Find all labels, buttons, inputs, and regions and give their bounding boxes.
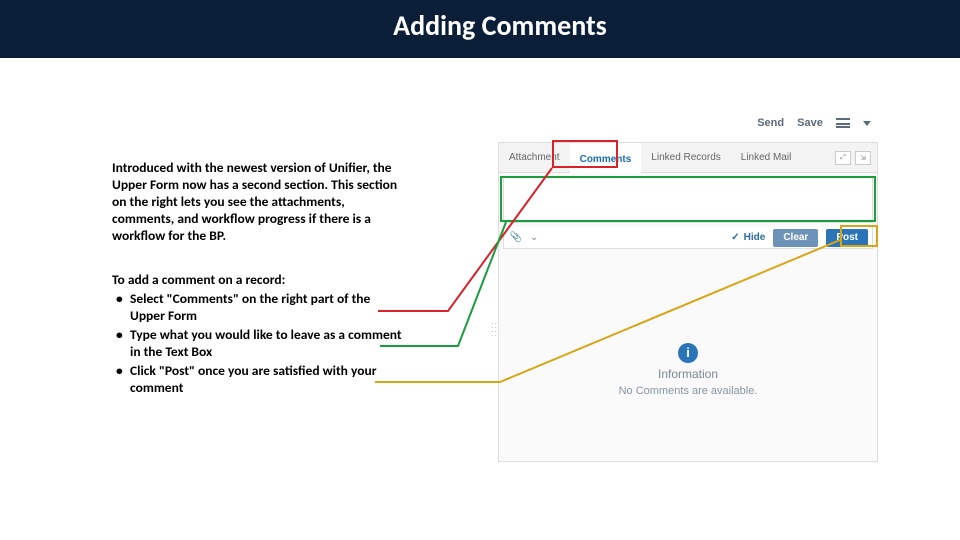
clear-button[interactable]: Clear	[773, 229, 818, 247]
panel-top-actions: Send Save	[747, 117, 871, 129]
highlight-post-button	[840, 225, 878, 247]
check-icon: ✓	[731, 232, 739, 243]
steps-list: Select "Comments" on the right part of t…	[112, 291, 402, 396]
empty-state: i Information No Comments are available.	[503, 273, 873, 397]
info-message: No Comments are available.	[503, 385, 873, 397]
expand-icon[interactable]: ⤢	[835, 151, 851, 165]
drag-handle-icon[interactable]: ::::::	[491, 323, 498, 335]
explanatory-text: Introduced with the newest version of Un…	[112, 160, 402, 399]
chevron-down-icon[interactable]	[863, 121, 871, 126]
send-button[interactable]: Send	[757, 117, 784, 129]
step-item: Click "Post" once you are satisfied with…	[112, 363, 402, 397]
intro-paragraph: Introduced with the newest version of Un…	[112, 160, 402, 244]
info-heading: Information	[503, 367, 873, 381]
hide-button[interactable]: ✓Hide	[731, 232, 765, 243]
menu-icon[interactable]	[836, 118, 850, 128]
save-button[interactable]: Save	[797, 117, 823, 129]
tab-linked-mail[interactable]: Linked Mail	[731, 143, 802, 173]
paperclip-icon[interactable]: 📎	[504, 232, 528, 243]
highlight-textbox	[500, 176, 876, 222]
step-item: Type what you would like to leave as a c…	[112, 327, 402, 361]
step-item: Select "Comments" on the right part of t…	[112, 291, 402, 325]
tab-linked-records[interactable]: Linked Records	[641, 143, 730, 173]
highlight-comments-tab	[552, 140, 618, 168]
collapse-icon[interactable]: ⇲	[855, 151, 871, 165]
slide-title: Adding Comments	[0, 0, 960, 58]
chevron-down-icon[interactable]: ⌄	[530, 232, 538, 243]
comment-toolbar: 📎 ⌄ ✓Hide Clear Post	[503, 227, 873, 249]
steps-heading: To add a comment on a record:	[112, 272, 402, 289]
info-icon: i	[678, 343, 698, 363]
